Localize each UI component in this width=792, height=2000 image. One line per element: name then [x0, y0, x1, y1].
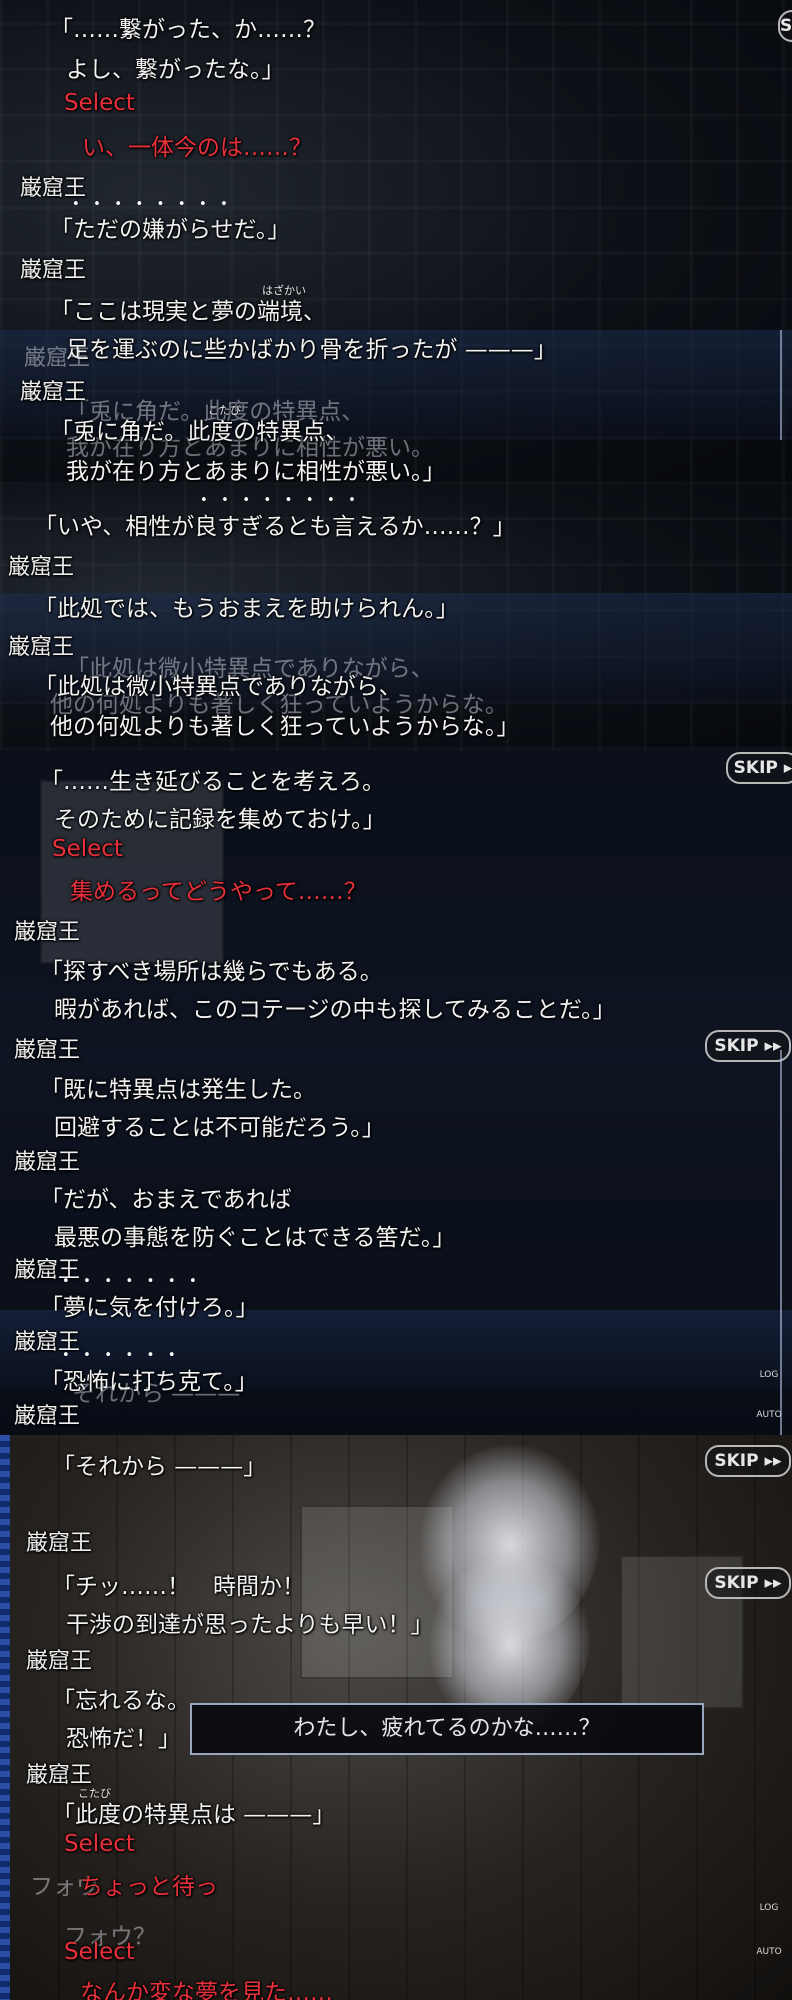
- log-button[interactable]: LOG: [754, 1903, 784, 1913]
- window-edge: [780, 330, 782, 440]
- left-sidebar-strip: [0, 1435, 10, 2000]
- dialogue-line: そのために記録を集めておけ。」: [54, 807, 386, 833]
- skip-button[interactable]: SKIP ▸▸: [705, 1445, 791, 1477]
- window-edge: [780, 1050, 782, 1435]
- scene-strip-3: SKIP ▸ SKIP ▸▸ 「……生き延びることを考えろ。 そのために記録を集…: [0, 750, 792, 1435]
- speaker-name: 巌窟王: [14, 920, 81, 945]
- narration-text: わたし、疲れてるのかな……？: [293, 1716, 601, 1741]
- scene-strip-2: •••••••• 「いや、相性が良すぎるとも言えるか……？」 巌窟王 「此処では…: [0, 485, 792, 750]
- speaker-name: 巌窟王: [26, 1531, 93, 1556]
- dialogue-line: 我が在り方とあまりに相性が悪い。」: [66, 459, 446, 485]
- skip-label: SKIP: [714, 1573, 759, 1593]
- speaker-name: 巌窟王: [14, 1038, 81, 1063]
- speaker-name: 巌窟王: [14, 1150, 81, 1175]
- dialogue-line: 「此処は微小特異点でありながら、: [34, 674, 402, 700]
- select-label: Select: [64, 1831, 135, 1857]
- dialogue-line: 他の何処よりも著しく狂っていようからな。」: [50, 714, 520, 740]
- log-label: LOG: [759, 1903, 779, 1913]
- scene-strip-4: SKIP ▸▸ SKIP ▸▸ 「それから ———」 巌窟王 「チッ……！ 時間…: [0, 1435, 792, 2000]
- speaker-name: 巌窟王: [8, 635, 75, 660]
- auto-label: AUTO: [756, 1410, 782, 1420]
- dialogue-line: 「それから ———」: [52, 1454, 267, 1480]
- dialogue-line: 「忘れるな。: [52, 1688, 190, 1714]
- dialogue-line: 「此度の特異点は ———」: [52, 1802, 336, 1828]
- dialogue-line: 「チッ……！ 時間か！: [52, 1574, 305, 1600]
- emphasis-dots: ••••••: [62, 1348, 190, 1363]
- skip-button[interactable]: SKIP ▸▸: [705, 1567, 791, 1599]
- dialogue-line: 「既に特異点は発生した。: [40, 1077, 316, 1103]
- dialogue-line: 干渉の到達が思ったよりも早い！」: [66, 1612, 434, 1638]
- speaker-name: 巌窟王: [8, 555, 75, 580]
- dialogue-line: 「……生き延びることを考えろ。: [40, 769, 385, 795]
- scene-strip-1: SKIP 「……繋がった、か……？ よし、繋がったな。」 Select い、一体…: [0, 0, 792, 485]
- skip-label: SKIP: [733, 758, 778, 778]
- dialogue-line: 「探すべき場所は幾らでもある。: [40, 959, 383, 985]
- select-label: Select: [52, 836, 123, 862]
- dialogue-line: 「だが、おまえであれば: [40, 1187, 292, 1213]
- log-label: LOG: [759, 1370, 779, 1380]
- dialogue-line: 暇があれば、このコテージの中も探してみることだ。」: [54, 997, 616, 1023]
- ghost-speaker-name: 巌窟王: [24, 346, 91, 371]
- skip-label: SKIP: [780, 16, 792, 36]
- dialogue-line: 足を運ぶのに些かばかり骨を折ったが ———」: [66, 337, 557, 363]
- dialogue-line: 「夢に気を付けろ。」: [40, 1295, 259, 1321]
- dialogue-line: 「ここは現実と夢の端境、: [50, 299, 326, 325]
- skip-label: SKIP: [714, 1036, 759, 1056]
- skip-button[interactable]: SKIP ▸: [726, 752, 792, 784]
- dialogue-line: 「……繋がった、か……？: [50, 17, 326, 43]
- dialogue-line: 恐怖だ！」: [66, 1726, 181, 1752]
- choice-option[interactable]: い、一体今のは……？: [82, 128, 312, 162]
- speaker-name: 巌窟王: [20, 380, 87, 405]
- speaker-name: 巌窟王: [14, 1404, 81, 1429]
- select-label: Select: [64, 90, 135, 116]
- select-label: Select: [64, 1939, 135, 1965]
- auto-label: AUTO: [756, 1947, 782, 1957]
- speaker-name: 巌窟王: [26, 1649, 93, 1674]
- dialogue-line: 「いや、相性が良すぎるとも言えるか……？」: [34, 514, 516, 540]
- dialogue-line: よし、繋がったな。」: [66, 57, 285, 83]
- auto-button[interactable]: AUTO: [754, 1947, 784, 1957]
- dialogue-line: 「此処では、もうおまえを助けられん。」: [34, 596, 459, 622]
- dialogue-line: 「ただの嫌がらせだ。」: [50, 217, 291, 243]
- skip-label: SKIP: [714, 1451, 759, 1471]
- choice-option[interactable]: 集めるってどうやって……？: [70, 872, 367, 906]
- choice-option[interactable]: なんか変な夢を見た……: [80, 1973, 333, 2000]
- emphasis-dots: •••••••: [62, 1274, 211, 1289]
- narration-box: わたし、疲れてるのかな……？: [190, 1703, 704, 1755]
- dialogue-line: 最悪の事態を防ぐことはできる筈だ。」: [54, 1225, 456, 1251]
- emphasis-dots: ••••••••: [200, 493, 370, 508]
- choice-option[interactable]: ちょっと待っ: [80, 1867, 218, 1901]
- skip-button[interactable]: SKIP ▸▸: [705, 1030, 791, 1062]
- ghost-dialogue-line: それから ———: [72, 1381, 241, 1407]
- speaker-name: 巌窟王: [20, 258, 87, 283]
- dialogue-line: 回避することは不可能だろう。」: [54, 1115, 385, 1141]
- dialogue-line: 「兎に角だ。此度の特異点、: [50, 419, 349, 445]
